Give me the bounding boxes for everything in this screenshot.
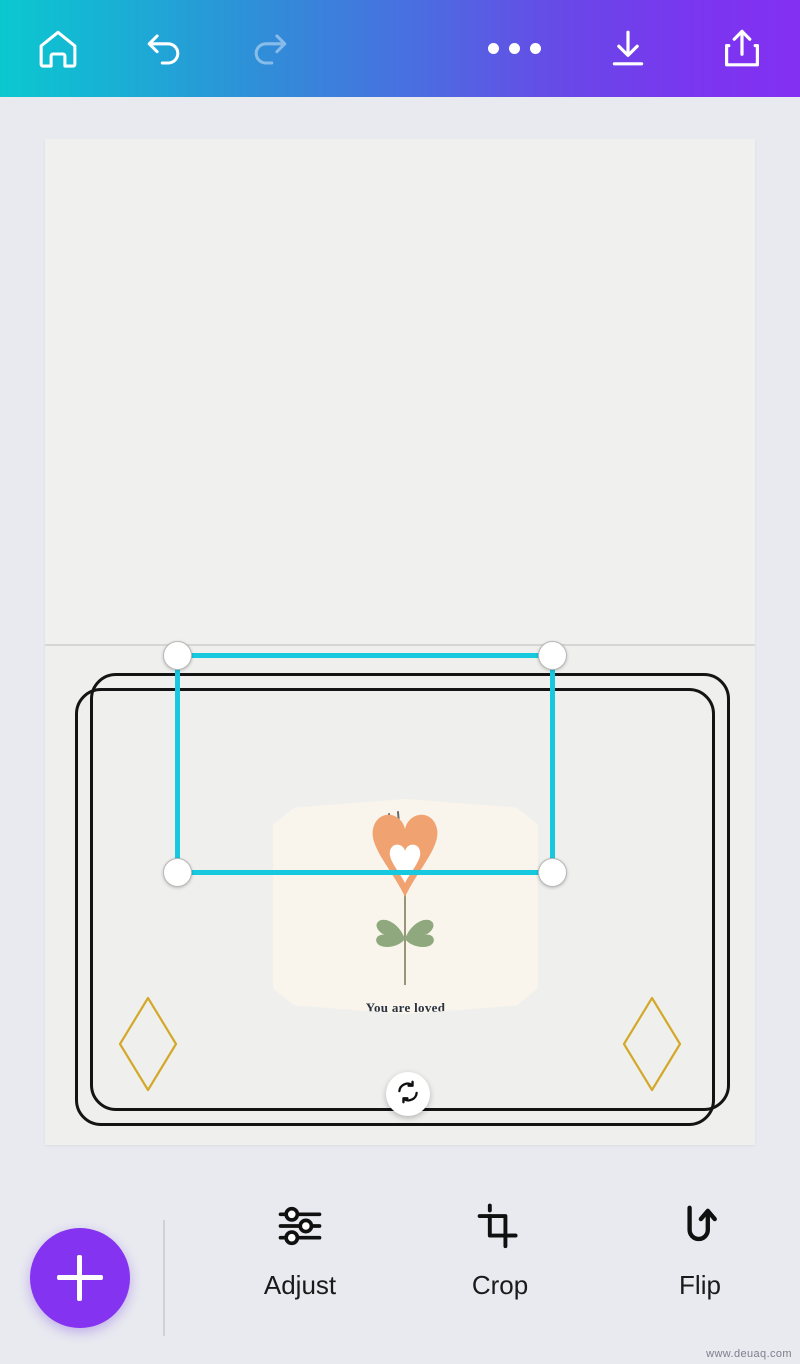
editor-canvas[interactable]: You are loved: [45, 139, 755, 1145]
more-options-button[interactable]: [486, 21, 542, 77]
undo-icon: [141, 26, 187, 72]
rotate-icon: [394, 1078, 422, 1111]
card-caption: You are loved: [365, 1000, 446, 1014]
tool-adjust[interactable]: Adjust: [200, 1200, 400, 1301]
tool-list: Adjust Crop Flip: [200, 1200, 800, 1301]
heart-flower-graphic: [372, 811, 438, 985]
redo-icon: [247, 26, 293, 72]
download-icon: [604, 25, 652, 73]
toolbar-divider: [163, 1220, 165, 1336]
tool-flip-label: Flip: [679, 1270, 721, 1300]
rotate-button[interactable]: [386, 1072, 430, 1116]
selected-image-object[interactable]: You are loved: [273, 799, 538, 1014]
home-icon: [35, 26, 81, 72]
watermark: www.deuaq.com: [706, 1348, 792, 1360]
sliders-icon: [274, 1200, 326, 1252]
crop-icon: [474, 1200, 526, 1252]
top-toolbar-left-group: [0, 21, 298, 77]
download-button[interactable]: [600, 21, 656, 77]
tool-adjust-label: Adjust: [263, 1270, 337, 1300]
redo-button[interactable]: [242, 21, 298, 77]
tool-crop-label: Crop: [471, 1270, 529, 1300]
add-button[interactable]: [30, 1228, 130, 1328]
top-toolbar-right-group: [486, 21, 800, 77]
more-options-icon: [487, 43, 541, 54]
plus-icon: [57, 1255, 103, 1301]
heart-flower-illustration: You are loved: [273, 799, 538, 1014]
top-toolbar: [0, 0, 800, 97]
flip-icon: [674, 1200, 726, 1252]
card-page-bottom[interactable]: You are loved: [45, 646, 755, 1145]
tool-crop[interactable]: Crop: [400, 1200, 600, 1301]
undo-button[interactable]: [136, 21, 192, 77]
home-button[interactable]: [30, 21, 86, 77]
share-button[interactable]: [714, 21, 770, 77]
diamond-right-icon[interactable]: [621, 995, 683, 1093]
card-page-top[interactable]: [45, 139, 755, 645]
tool-flip[interactable]: Flip: [600, 1200, 800, 1301]
diamond-left-icon[interactable]: [117, 995, 179, 1093]
app-root: You are loved Adjust Crop Flip www.deuaq…: [0, 0, 800, 1364]
share-icon: [718, 25, 766, 73]
